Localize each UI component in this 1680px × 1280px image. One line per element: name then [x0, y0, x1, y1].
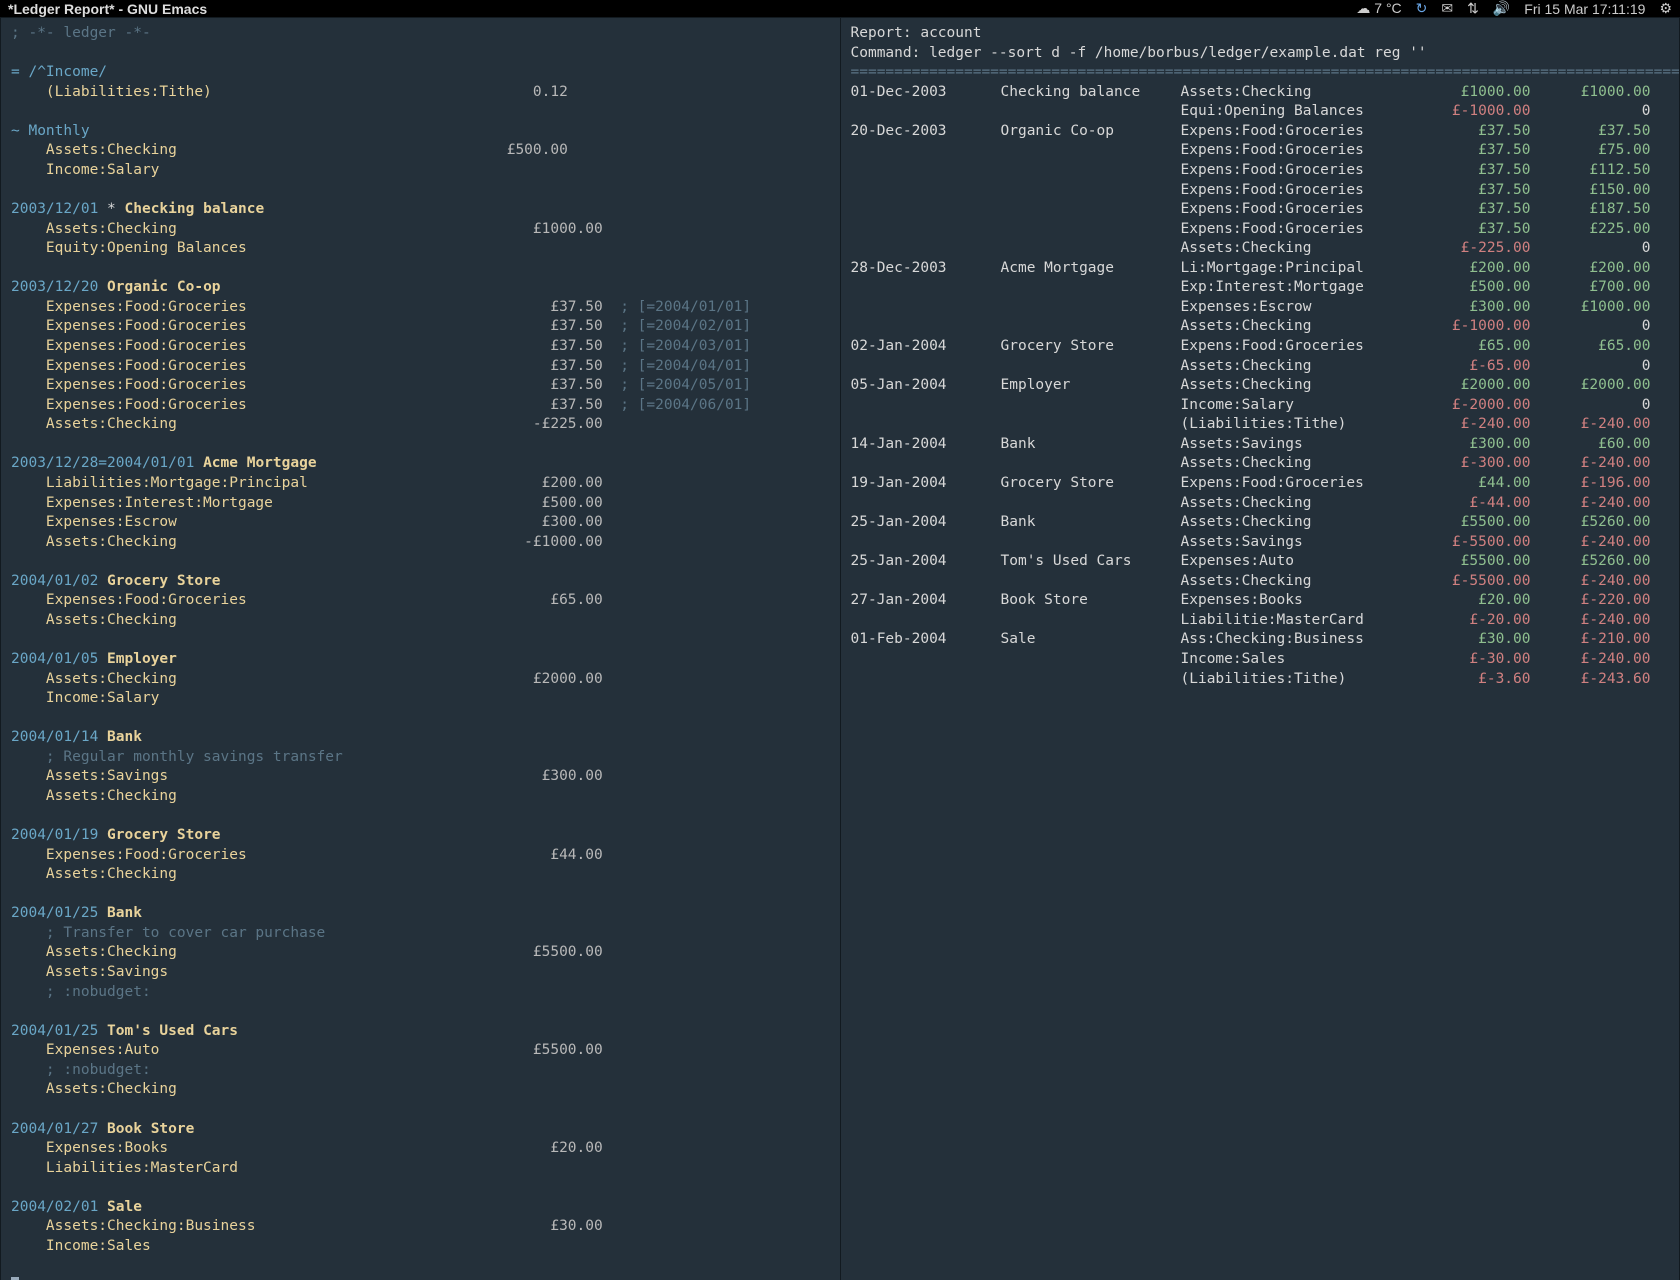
system-tray: ☁ 7 °C ↻ ✉ ⇅ 🔊 Fri 15 Mar 17:11:19 ⚙ [1356, 0, 1672, 17]
report-row: 28-Dec-2003Acme MortgageLi:Mortgage:Prin… [851, 259, 1670, 279]
report-row: 20-Dec-2003Organic Co-opExpens:Food:Groc… [851, 122, 1670, 142]
report-row: Assets:Checking£-300.00£-240.00 [851, 454, 1670, 474]
report-row: Assets:Checking£-1000.000 [851, 317, 1670, 337]
report-row: Assets:Checking£-44.00£-240.00 [851, 494, 1670, 514]
report-row: 01-Dec-2003Checking balanceAssets:Checki… [851, 83, 1670, 103]
report-row: Equi:Opening Balances£-1000.000 [851, 102, 1670, 122]
report-row: Exp:Interest:Mortgage£500.00£700.00 [851, 278, 1670, 298]
report-row: 25-Jan-2004Tom's Used CarsExpenses:Auto£… [851, 552, 1670, 572]
report-row: Expens:Food:Groceries£37.50£75.00 [851, 141, 1670, 161]
report-row: (Liabilities:Tithe)£-240.00£-240.00 [851, 415, 1670, 435]
left-pane: ; -*- ledger -*- = /^Income/ (Liabilitie… [1, 18, 840, 1280]
report-row: (Liabilities:Tithe)£-3.60£-243.60 [851, 670, 1670, 690]
report-row: Liabilitie:MasterCard£-20.00£-240.00 [851, 611, 1670, 631]
report-row: 19-Jan-2004Grocery StoreExpens:Food:Groc… [851, 474, 1670, 494]
report-row: 14-Jan-2004BankAssets:Savings£300.00£60.… [851, 435, 1670, 455]
report-row: Assets:Checking£-225.000 [851, 239, 1670, 259]
report-row: Expens:Food:Groceries£37.50£225.00 [851, 220, 1670, 240]
report-row: Assets:Checking£-65.000 [851, 357, 1670, 377]
network-icon[interactable]: ⇅ [1467, 0, 1479, 17]
ledger-source-buffer[interactable]: ; -*- ledger -*- = /^Income/ (Liabilitie… [1, 18, 840, 1280]
emacs-frame: ; -*- ledger -*- = /^Income/ (Liabilitie… [0, 17, 1680, 1280]
report-row: Expens:Food:Groceries£37.50£112.50 [851, 161, 1670, 181]
report-row: 02-Jan-2004Grocery StoreExpens:Food:Groc… [851, 337, 1670, 357]
report-row: Expenses:Escrow£300.00£1000.00 [851, 298, 1670, 318]
desktop-topbar: *Ledger Report* - GNU Emacs ☁ 7 °C ↻ ✉ ⇅… [0, 0, 1680, 17]
report-row: Income:Sales£-30.00£-240.00 [851, 650, 1670, 670]
report-row: Expens:Food:Groceries£37.50£150.00 [851, 181, 1670, 201]
report-row: 25-Jan-2004BankAssets:Checking£5500.00£5… [851, 513, 1670, 533]
report-row: Expens:Food:Groceries£37.50£187.50 [851, 200, 1670, 220]
report-row: 27-Jan-2004Book StoreExpenses:Books£20.0… [851, 591, 1670, 611]
weather-indicator: ☁ 7 °C [1356, 0, 1401, 17]
volume-icon[interactable]: 🔊 [1493, 0, 1510, 17]
mail-icon[interactable]: ✉ [1441, 0, 1453, 17]
window-title: *Ledger Report* - GNU Emacs [8, 1, 207, 17]
gear-icon[interactable]: ⚙ [1659, 0, 1672, 17]
right-pane: Report: account Command: ledger --sort d… [840, 18, 1680, 1280]
report-row: Income:Salary£-2000.000 [851, 396, 1670, 416]
report-row: 01-Feb-2004SaleAss:Checking:Business£30.… [851, 630, 1670, 650]
refresh-icon[interactable]: ↻ [1416, 0, 1428, 17]
report-row: 05-Jan-2004EmployerAssets:Checking£2000.… [851, 376, 1670, 396]
clock: Fri 15 Mar 17:11:19 [1524, 1, 1645, 17]
report-row: Assets:Savings£-5500.00£-240.00 [851, 533, 1670, 553]
ledger-report-buffer[interactable]: Report: account Command: ledger --sort d… [841, 18, 1680, 1280]
report-row: Assets:Checking£-5500.00£-240.00 [851, 572, 1670, 592]
